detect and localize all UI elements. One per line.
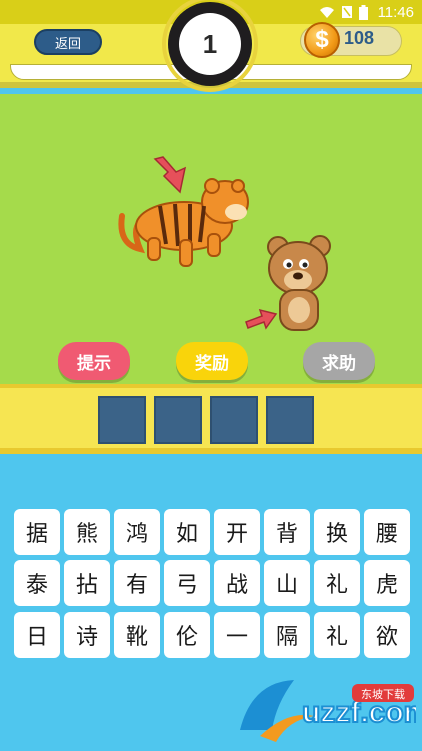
character-tile[interactable]: 虎 [364, 560, 410, 606]
bear-image [267, 235, 331, 331]
help-button[interactable]: 求助 [303, 342, 375, 380]
clock: 11:46 [377, 3, 414, 21]
character-tile[interactable]: 欲 [364, 612, 410, 658]
level-ring [162, 0, 258, 92]
tiger-image [118, 178, 249, 267]
character-tile[interactable]: 诗 [64, 612, 110, 658]
answer-slot[interactable] [98, 396, 146, 444]
character-tile[interactable]: 日 [14, 612, 60, 658]
answer-slot[interactable] [266, 396, 314, 444]
character-tile[interactable]: 一 [214, 612, 260, 658]
character-tile[interactable]: 靴 [114, 612, 160, 658]
back-button[interactable]: 返回 [34, 29, 102, 55]
character-tile[interactable]: 背 [264, 509, 310, 555]
bonus-button[interactable]: 奖励 [176, 342, 248, 380]
character-tile[interactable]: 弓 [164, 560, 210, 606]
character-tile[interactable]: 山 [264, 560, 310, 606]
character-tile[interactable]: 鸿 [114, 509, 160, 555]
character-tile[interactable]: 据 [14, 509, 60, 555]
puzzle-picture [0, 94, 422, 384]
answer-slot[interactable] [154, 396, 202, 444]
wifi-icon [319, 7, 334, 18]
no-sim-icon [341, 6, 352, 18]
answer-slot[interactable] [210, 396, 258, 444]
character-tile[interactable]: 泰 [14, 560, 60, 606]
character-tile[interactable]: 礼 [314, 560, 360, 606]
hint-button[interactable]: 提示 [58, 342, 130, 380]
character-tile[interactable]: 伦 [164, 612, 210, 658]
battery-icon [358, 4, 368, 20]
watermark-tag: 东坡下载 [361, 688, 405, 701]
arrow-bear-icon [245, 308, 278, 330]
character-tile[interactable]: 礼 [314, 612, 360, 658]
character-tile[interactable]: 熊 [64, 509, 110, 555]
character-tile[interactable]: 换 [314, 509, 360, 555]
character-tile[interactable]: 有 [114, 560, 160, 606]
character-tile[interactable]: 如 [164, 509, 210, 555]
arrow-tiger-icon [153, 156, 187, 194]
character-tile[interactable]: 战 [214, 560, 260, 606]
character-tile[interactable]: 腰 [364, 509, 410, 555]
character-tile[interactable]: 拈 [64, 560, 110, 606]
coin-count: 108 [344, 28, 375, 48]
level-badge: 1 [162, 0, 258, 92]
character-tile[interactable]: 隔 [264, 612, 310, 658]
character-tile[interactable]: 开 [214, 509, 260, 555]
uzzf-watermark-logo: uzzf.com 东坡下载 [232, 660, 422, 746]
coin-icon: $ [304, 22, 340, 58]
